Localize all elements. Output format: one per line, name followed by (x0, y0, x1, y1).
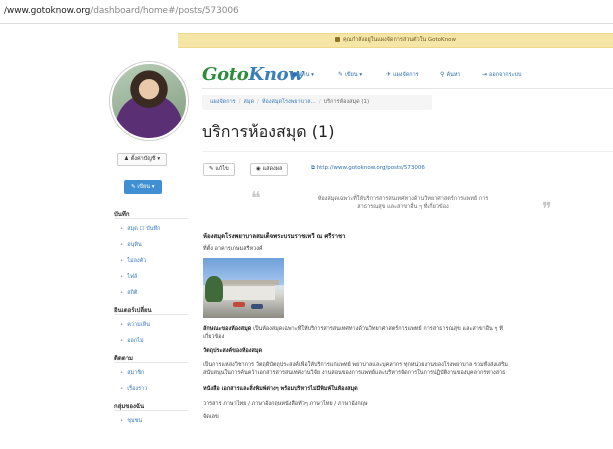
user-icon: ♟ (124, 156, 131, 162)
breadcrumb: แผงจัดการ / สมุด / ห้องสมุดโรงพยาบาล... / บริก… (202, 95, 432, 110)
sidebar-item-notebook[interactable]: สมุด ☐ บันทึก (120, 225, 160, 233)
quote-line-1: ห้องสมุดเฉพาะที่ให้บริการสารสนเทศทางด้าน… (317, 196, 489, 202)
sidebar-item-stats[interactable]: สถิติ (120, 289, 137, 297)
photo-building (217, 284, 275, 300)
account-settings-label: ตั้งค่าบัญชี ▾ (130, 156, 161, 162)
edit-button[interactable]: ✎ แก้ไข (203, 163, 235, 176)
breadcrumb-dashboard[interactable]: แผงจัดการ (210, 99, 236, 105)
open-quote-icon: ❝ (251, 188, 261, 209)
photo-car (251, 304, 263, 309)
edit-label: แก้ไข (215, 166, 229, 172)
url-path: /dashboard/home#/posts/573006 (90, 6, 239, 16)
nav-dashboard-label: แผงจัดการ (393, 72, 419, 78)
nav-logout[interactable]: ⇥ ออกจากระบบ (482, 71, 522, 79)
paragraph-1-continued: เกี่ยวข้อง (203, 334, 225, 340)
browser-url-bar[interactable]: /www.gotoknow.org/dashboard/home#/posts/… (0, 0, 613, 24)
nav-logout-label: ออกจากระบบ (489, 72, 522, 78)
sidebar-item-comments[interactable]: ความเห็น (120, 321, 150, 329)
write-button[interactable]: ✎ เขียน ▾ (124, 180, 162, 194)
sidebar-divider (114, 218, 188, 219)
nav-search[interactable]: ⚲ ค้นหา (440, 71, 461, 79)
quote-line-2: สาธารณสุข และสาขาอื่น ๆ ที่เกี่ยวข้อง (357, 204, 449, 210)
sidebar-item-likes[interactable]: ออกไม่ (120, 337, 143, 345)
title-divider (202, 151, 613, 152)
paragraph-2-line-2: สนับสนุนในการค้นคว้าเอกสารสารสนเทศงานวิจ… (203, 370, 506, 376)
circle-icon: ● (292, 71, 298, 78)
page-title: บริการห้องสมุด (1) (202, 122, 335, 141)
post-paragraph-1: ลักษณะของห้องสมุด เป็นห้องสมุดเฉพาะที่ให… (203, 325, 613, 341)
write-button-label: เขียน ▾ (137, 184, 155, 190)
nav-read[interactable]: ● อ่าน ▾ (292, 71, 314, 79)
private-panel-notice: คุณกำลังอยู่ในแผงจัดการส่วนตัวใน GotoKno… (178, 33, 613, 48)
nav-read-label: อ่าน ▾ (299, 72, 314, 78)
search-icon: ⚲ (440, 71, 445, 78)
view-button[interactable]: ◉ แสดงผล (250, 163, 289, 176)
sidebar-item-drafts[interactable]: ไม่ลงตัว (120, 257, 146, 265)
breadcrumb-separator: / (318, 99, 321, 105)
breadcrumb-current: บริการห้องสมุด (1) (323, 99, 370, 105)
sidebar-item-community[interactable]: ชุมชน (120, 417, 142, 425)
view-label: แสดงผล (262, 166, 283, 172)
library-building-photo (203, 258, 284, 318)
photo-tree (205, 276, 223, 302)
post-heading: ห้องสมุดโรงพยาบาลสมเด็จพระบรมราชเทวี ณ ศ… (203, 233, 346, 240)
paragraph-1-text: เป็นห้องสมุดเฉพาะที่ให้บริการสารสนเทศทาง… (251, 326, 503, 332)
photo-car (233, 302, 245, 307)
paragraph-3-line-1: วารสาร ภาษาไทย / ภาษาอังกฤษหนังสือทั่วๆ … (203, 401, 368, 407)
section-heading-collections: หนังสือ เอกสารและสิ่งพิมพ์ต่างๆ พร้อมบริ… (203, 386, 358, 392)
notice-text: คุณกำลังอยู่ในแผงจัดการส่วนตัวใน GotoKno… (342, 37, 456, 43)
logout-icon: ⇥ (482, 71, 488, 78)
sidebar-item-journal[interactable]: อนุทิน (120, 241, 141, 249)
pencil-icon: ✎ (338, 71, 344, 78)
avatar[interactable] (110, 62, 188, 140)
close-quote-icon: ❞ (542, 199, 552, 220)
logo-text-goto: Goto (202, 64, 249, 85)
url-domain: /www.gotoknow.org (4, 6, 91, 16)
permalink-url: http://www.gotoknow.org/posts/573006 (316, 165, 425, 171)
sidebar-item-stories[interactable]: เรื่องราว (120, 385, 147, 393)
url-text[interactable]: /www.gotoknow.org/dashboard/home#/posts/… (4, 6, 239, 16)
section-heading-objectives: วัตถุประสงค์ของห้องสมุด (203, 348, 263, 354)
post-paragraph-3: วารสาร ภาษาไทย / ภาษาอังกฤษหนังสือทั่วๆ … (203, 400, 613, 421)
sidebar-divider (114, 314, 188, 315)
post-paragraph-2: เป็นการแหล่งวิชาการ วัตถุดิบัตถุประสงค์เ… (203, 361, 613, 377)
paragraph-1-label: ลักษณะของห้องสมุด (203, 326, 252, 332)
nav-divider (202, 88, 613, 89)
gotoknow-logo[interactable]: GotoKnow (202, 64, 304, 85)
nav-write[interactable]: ✎ เขียน ▾ (338, 71, 362, 79)
post-location: ที่ตั้ง อาคารเกษมสรีหวงค์ (203, 246, 263, 252)
post-quote: ห้องสมุดเฉพาะที่ให้บริการสารสนเทศทางด้าน… (272, 195, 534, 211)
permalink[interactable]: ⧉ http://www.gotoknow.org/posts/573006 (311, 165, 425, 172)
account-settings-button[interactable]: ♟ ตั้งค่าบัญชี ▾ (117, 153, 168, 166)
breadcrumb-notebook[interactable]: สมุด (243, 99, 254, 105)
nav-search-label: ค้นหา (446, 72, 461, 78)
sidebar-divider (114, 362, 188, 363)
nav-write-label: เขียน ▾ (345, 72, 363, 78)
breadcrumb-library[interactable]: ห้องสมุดโรงพยาบาล... (262, 99, 316, 105)
paragraph-3-line-2: จัดเลข (203, 414, 219, 420)
breadcrumb-separator: / (238, 99, 241, 105)
plane-icon: ✈ (386, 71, 392, 78)
sidebar-item-files[interactable]: ไฟล์ (120, 273, 137, 281)
sidebar-divider (114, 410, 188, 411)
sidebar-item-members[interactable]: สมาชิก (120, 369, 144, 377)
nav-dashboard[interactable]: ✈ แผงจัดการ (386, 71, 419, 79)
paragraph-2-line-1: เป็นการแหล่งวิชาการ วัตถุดิบัตถุประสงค์เ… (203, 362, 508, 368)
breadcrumb-separator: / (257, 99, 259, 105)
lock-icon (334, 36, 340, 42)
